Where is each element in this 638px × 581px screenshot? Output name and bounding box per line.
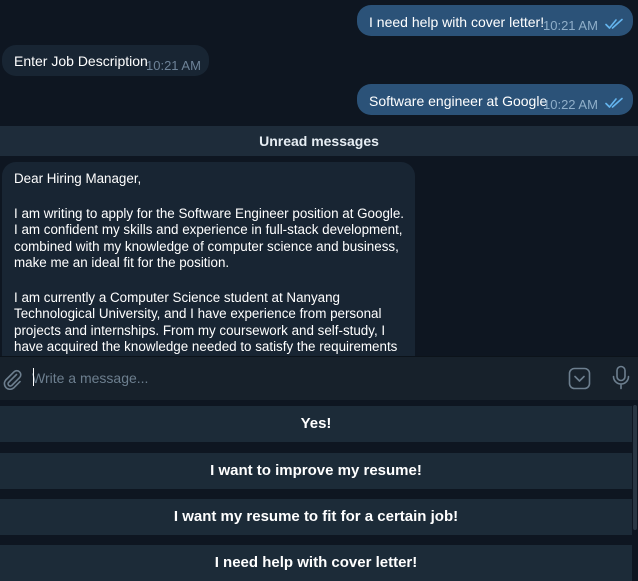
message-composer xyxy=(0,356,638,401)
keyboard-button-cover-letter[interactable]: I need help with cover letter! xyxy=(0,545,632,581)
message-time: 10:21 AM xyxy=(146,58,201,73)
keyboard-button-fit-resume[interactable]: I want my resume to fit for a certain jo… xyxy=(0,499,632,535)
message-time: 10:22 AM xyxy=(543,97,598,112)
unread-messages-divider: Unread messages xyxy=(0,126,638,156)
double-check-icon xyxy=(605,18,623,29)
keyboard-button-improve-resume[interactable]: I want to improve my resume! xyxy=(0,453,632,489)
outgoing-message[interactable]: Software engineer at Google 10:22 AM xyxy=(357,84,633,115)
cover-letter-message[interactable]: Dear Hiring Manager, I am writing to app… xyxy=(2,162,415,356)
keyboard-scrollbar[interactable] xyxy=(633,405,637,530)
microphone-icon[interactable] xyxy=(611,365,631,391)
keyboard-button-yes[interactable]: Yes! xyxy=(0,406,632,442)
incoming-message[interactable]: Enter Job Description 10:21 AM xyxy=(2,45,209,76)
message-input[interactable] xyxy=(32,366,532,390)
message-text: I need help with cover letter! xyxy=(369,14,545,30)
letter-paragraph: I am currently a Computer Science studen… xyxy=(14,289,398,357)
letter-paragraph: I am writing to apply for the Software E… xyxy=(14,205,405,271)
chat-history: I need help with cover letter! 10:21 AM … xyxy=(0,0,638,356)
message-text: Enter Job Description xyxy=(14,53,148,69)
message-text: Software engineer at Google xyxy=(369,93,548,109)
outgoing-message[interactable]: I need help with cover letter! 10:21 AM xyxy=(357,5,633,36)
text-cursor xyxy=(33,368,34,386)
paperclip-icon[interactable] xyxy=(1,368,23,390)
double-check-icon xyxy=(605,97,623,108)
keyboard-toggle-icon[interactable] xyxy=(568,367,591,390)
letter-paragraph: Dear Hiring Manager, xyxy=(14,171,142,186)
message-time: 10:21 AM xyxy=(543,18,598,33)
reply-keyboard: Yes! I want to improve my resume! I want… xyxy=(0,400,638,581)
